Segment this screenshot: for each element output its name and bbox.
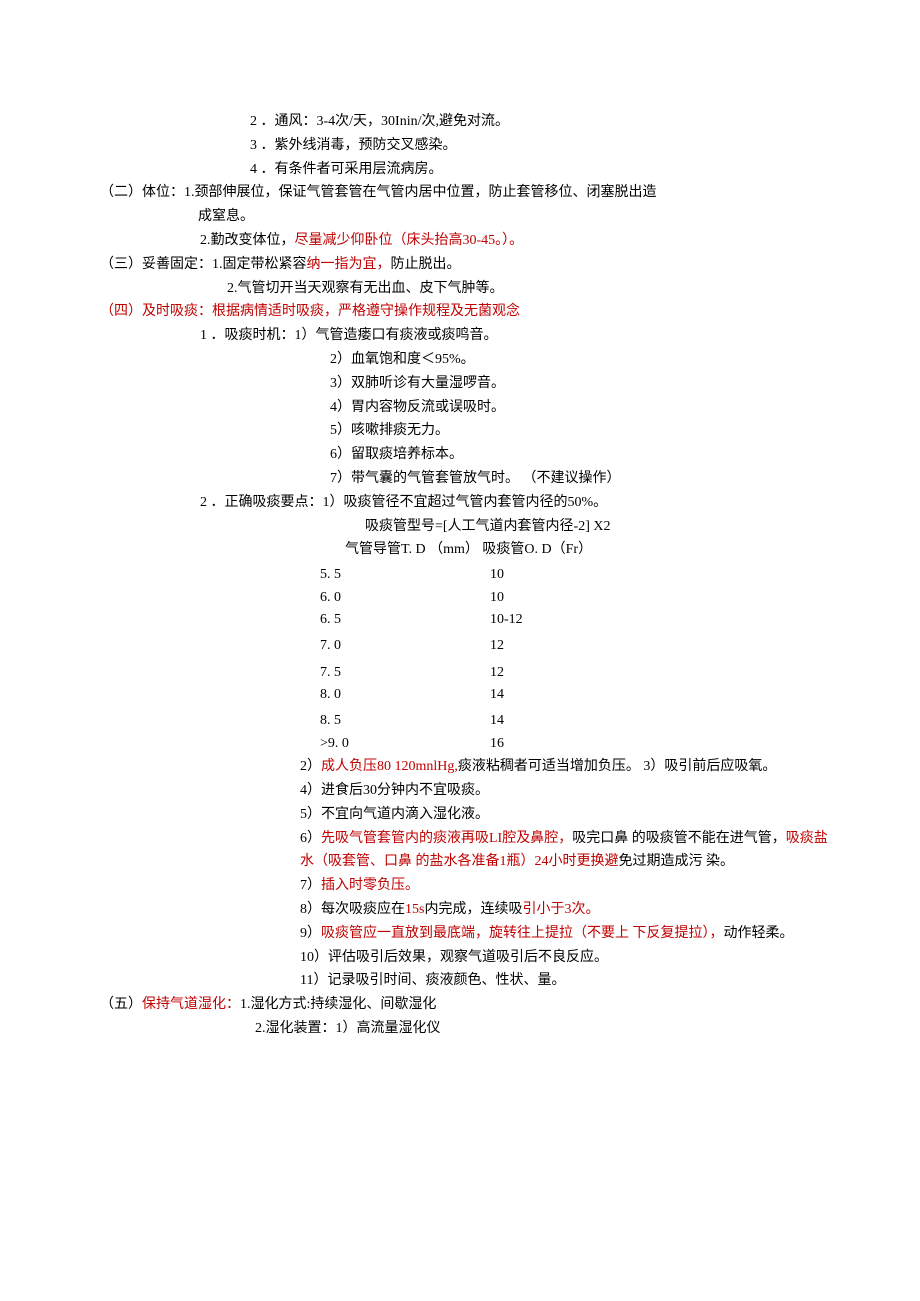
text: 动作轻柔。 [724, 926, 794, 941]
cell: 10 [490, 564, 590, 586]
text: 2） [300, 759, 321, 774]
cell: 7. 5 [320, 662, 490, 684]
text: （三）妥善固定：1.固定带松紧容 [100, 257, 307, 272]
text: 7） [300, 878, 321, 893]
text: 吸完口鼻 的吸痰管不能在进气管， [572, 831, 786, 846]
table-header: 气管导管T. D （mm） 吸痰管O. D（Fr） [85, 538, 830, 562]
text: （五） [100, 997, 142, 1012]
cell: >9. 0 [320, 733, 490, 755]
cell: 10 [490, 587, 590, 609]
cell: 14 [490, 684, 590, 706]
text-line: 7）带气囊的气管套管放气时。 （不建议操作） [85, 467, 830, 491]
text-line: 3）双肺听诊有大量湿啰音。 [85, 372, 830, 396]
section-5-humidification: （五）保持气道湿化：1.湿化方式:持续湿化、间歇湿化 [85, 993, 830, 1017]
table-row: 7. 012 [320, 635, 830, 657]
document-page: 2 ．通风：3-4次/天，30Inin/次,避免对流。 3 ．紫外线消毒，预防交… [0, 0, 920, 1101]
text-line: 3 ．紫外线消毒，预防交叉感染。 [85, 134, 830, 158]
text-line: 吸痰管型号=[人工气道内套管内径-2] X2 [85, 515, 830, 539]
highlight-text: 尽量减少仰卧位（床头抬高30-45。）。 [295, 233, 524, 248]
text-line: 2）血氧饱和度＜95%。 [85, 348, 830, 372]
cell: 12 [490, 635, 590, 657]
cell: 5. 5 [320, 564, 490, 586]
highlight-text: 成人负压80 120mnlHg, [321, 759, 458, 774]
cell: 16 [490, 733, 590, 755]
text: 免过期造成污 染。 [619, 854, 735, 869]
text-line: 5）不宜向气道内滴入湿化液。 [85, 803, 830, 827]
text-line: 4）进食后30分钟内不宜吸痰。 [85, 779, 830, 803]
table-row: 8. 514 [320, 710, 830, 732]
cell: 10-12 [490, 609, 590, 631]
text-line: 7）插入时零负压。 [85, 874, 830, 898]
section-4-suction: （四）及时吸痰：根据病情适时吸痰，严格遵守操作规程及无菌观念 [85, 300, 830, 324]
highlight-text: 先吸气管套管内的痰液再吸LI腔及鼻腔， [321, 831, 572, 846]
text-line: 2）成人负压80 120mnlHg,痰液粘稠者可适当增加负压。 3）吸引前后应吸… [85, 755, 830, 779]
highlight-text: 纳一指为宜， [307, 257, 391, 272]
table-row: 8. 014 [320, 684, 830, 706]
text: 痰液粘稠者可适当增加负压。 3）吸引前后应吸氧。 [458, 759, 777, 774]
table-row: 6. 010 [320, 587, 830, 609]
text-line: 5）咳嗽排痰无力。 [85, 419, 830, 443]
highlight-text: 吸痰管应一直放到最底端，旋转往上提拉（不要上 下反复提拉）， [321, 926, 724, 941]
text-line: 4 ．有条件者可采用层流病房。 [85, 158, 830, 182]
cell: 12 [490, 662, 590, 684]
suction-size-table: 5. 510 6. 010 6. 510-12 7. 012 7. 512 8.… [85, 564, 830, 755]
text: 成窒息。 [100, 205, 830, 229]
text-line: 10）评估吸引后效果，观察气道吸引后不良反应。 [85, 946, 830, 970]
text-line: 11）记录吸引时间、痰液颜色、性状、量。 [85, 969, 830, 993]
highlight-text: 插入时零负压。 [321, 878, 419, 893]
section-2-posture: （二）体位：1.颈部伸展位，保证气管套管在气管内居中位置，防止套管移位、闭塞脱出… [85, 181, 830, 229]
text-line: 2 ．正确吸痰要点：1）吸痰管径不宜超过气管内套管内径的50%。 [85, 491, 830, 515]
text: 1.湿化方式:持续湿化、间歇湿化 [240, 997, 436, 1012]
cell: 8. 5 [320, 710, 490, 732]
text-line: 2.湿化装置：1）高流量湿化仪 [85, 1017, 830, 1041]
text: 6） [300, 831, 321, 846]
section-3-fixation: （三）妥善固定：1.固定带松紧容纳一指为宜，防止脱出。 [85, 253, 830, 277]
text: 9） [300, 926, 321, 941]
cell: 6. 5 [320, 609, 490, 631]
highlight-text: 引小于3次。 [522, 902, 599, 917]
table-row: 7. 512 [320, 662, 830, 684]
text-line: 2 ．通风：3-4次/天，30Inin/次,避免对流。 [85, 110, 830, 134]
text: 防止脱出。 [391, 257, 461, 272]
table-row: 5. 510 [320, 564, 830, 586]
table-row: >9. 016 [320, 733, 830, 755]
text-line: 4）胃内容物反流或误吸时。 [85, 396, 830, 420]
text-line: 2.勤改变体位，尽量减少仰卧位（床头抬高30-45。）。 [85, 229, 830, 253]
text: 8）每次吸痰应在 [300, 902, 405, 917]
cell: 6. 0 [320, 587, 490, 609]
highlight-text: 保持气道湿化： [142, 997, 240, 1012]
cell: 14 [490, 710, 590, 732]
text-line: 9）吸痰管应一直放到最底端，旋转往上提拉（不要上 下反复提拉），动作轻柔。 [85, 922, 830, 946]
cell: 8. 0 [320, 684, 490, 706]
text-line: 2.气管切开当天观察有无出血、皮下气肿等。 [85, 277, 830, 301]
cell: 7. 0 [320, 635, 490, 657]
text-line: 1 ．吸痰时机：1）气管造瘘口有痰液或痰鸣音。 [85, 324, 830, 348]
text-line: 6）留取痰培养标本。 [85, 443, 830, 467]
highlight-text: 15s [405, 902, 424, 917]
text: （二）体位：1.颈部伸展位，保证气管套管在气管内居中位置，防止套管移位、闭塞脱出… [100, 185, 657, 200]
text-line: 6）先吸气管套管内的痰液再吸LI腔及鼻腔，吸完口鼻 的吸痰管不能在进气管，吸痰盐… [85, 827, 830, 875]
table-row: 6. 510-12 [320, 609, 830, 631]
text-line: 8）每次吸痰应在15s内完成，连续吸引小于3次。 [85, 898, 830, 922]
text: 内完成，连续吸 [424, 902, 522, 917]
text: 2.勤改变体位， [200, 233, 295, 248]
